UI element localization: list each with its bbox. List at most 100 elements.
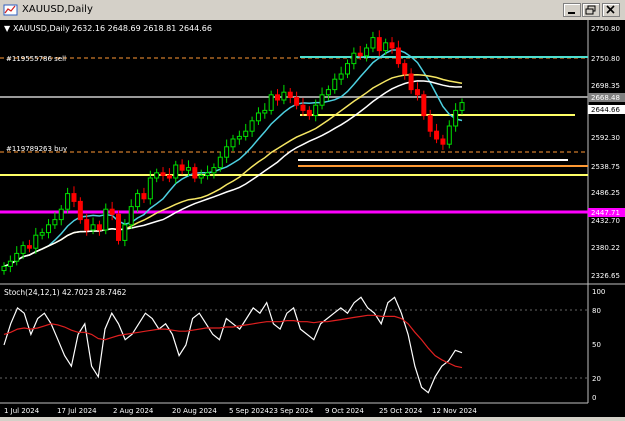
candle-body xyxy=(205,172,211,176)
candle-body xyxy=(364,47,370,57)
candle-body xyxy=(313,104,319,117)
candle-body xyxy=(154,172,160,179)
candle-body xyxy=(77,200,83,221)
time-tick: 9 Oct 2024 xyxy=(325,407,364,415)
candle-body xyxy=(65,193,71,210)
price-tick: 2380.22 xyxy=(591,244,620,252)
stoch-tick: 80 xyxy=(592,307,601,315)
chart-window-icon xyxy=(3,4,18,16)
restore-icon xyxy=(585,5,596,15)
time-tick: 25 Oct 2024 xyxy=(379,407,423,415)
candle-body xyxy=(414,89,420,96)
candle-body xyxy=(58,208,64,221)
candle-body xyxy=(459,102,465,111)
candle-body xyxy=(211,167,217,174)
candle-body xyxy=(427,115,433,132)
chart-symbol: XAUUSD,Daily xyxy=(13,24,70,33)
time-tick: 2 Aug 2024 xyxy=(113,407,154,415)
restore-button[interactable] xyxy=(582,3,600,17)
candle-body xyxy=(319,94,325,106)
candle-body xyxy=(147,177,153,200)
candle-body xyxy=(128,206,134,226)
candle-body xyxy=(52,219,58,226)
candle-body xyxy=(7,260,13,267)
candle-body xyxy=(332,78,338,91)
candle-body xyxy=(160,172,166,176)
candle-body xyxy=(103,208,109,231)
candle-body xyxy=(389,42,395,49)
candle-body xyxy=(440,138,446,145)
candle-body xyxy=(71,193,77,202)
sell-order-label: #119555786 sell xyxy=(6,55,66,63)
price-tick: 2592.30 xyxy=(591,134,620,142)
price-tick: 2432.70 xyxy=(591,217,620,225)
chart-area[interactable]: ▼ XAUUSD,Daily 2632.16 2648.69 2618.81 2… xyxy=(0,20,625,417)
candle-body xyxy=(109,208,115,215)
candle-body xyxy=(262,109,268,114)
candle-body xyxy=(230,138,236,148)
candle-body xyxy=(357,52,363,57)
chart-background xyxy=(0,20,625,417)
candle-body xyxy=(192,167,198,179)
chart-symbol-marker: ▼ xyxy=(4,24,11,33)
stoch-label: Stoch(24,12,1) 42.7023 28.7462 xyxy=(4,288,127,297)
candle-body xyxy=(281,91,287,101)
price-tick: 2326.65 xyxy=(591,272,620,280)
candle-body xyxy=(26,245,32,249)
candle-body xyxy=(135,193,141,208)
candle-body xyxy=(434,130,440,140)
magenta-price-label: 2447.71 xyxy=(591,209,620,217)
price-tick: 2750.80 xyxy=(591,55,620,63)
close-icon xyxy=(606,5,615,14)
candle-body xyxy=(421,94,427,117)
candle-body xyxy=(166,174,172,179)
candle-body xyxy=(236,135,242,140)
mt4-chart-window: XAUUSD,Daily ▼ XAUUSD,Daily 2632.16 2648… xyxy=(0,0,625,417)
minimize-button[interactable] xyxy=(563,3,581,17)
candle-body xyxy=(179,164,185,171)
price-tick: 2486.25 xyxy=(591,189,620,197)
candle-body xyxy=(446,125,452,145)
current-price-label: 2644.66 xyxy=(591,106,620,114)
window-titlebar[interactable]: XAUUSD,Daily xyxy=(0,0,625,20)
candle-body xyxy=(185,167,191,171)
candle-body xyxy=(90,224,96,231)
candle-body xyxy=(294,96,300,106)
buy-order-label: #119789263 buy xyxy=(6,145,67,153)
candle-body xyxy=(116,213,121,241)
candle-body xyxy=(224,146,230,158)
candle-body xyxy=(370,37,376,49)
price-tick: 2538.75 xyxy=(591,163,620,171)
stoch-tick: 0 xyxy=(592,394,596,402)
price-tick: 2750.80 xyxy=(591,25,620,33)
price-tick: 2668.48 xyxy=(591,94,620,102)
candle-body xyxy=(345,63,350,75)
window-title: XAUUSD,Daily xyxy=(22,4,93,15)
candle-body xyxy=(402,63,408,75)
candle-body xyxy=(383,42,389,52)
price-chart-svg[interactable]: ▼ XAUUSD,Daily 2632.16 2648.69 2618.81 2… xyxy=(0,20,625,417)
candle-body xyxy=(351,52,357,65)
time-axis: 1 Jul 2024 17 Jul 2024 2 Aug 2024 20 Aug… xyxy=(4,407,477,415)
candle-body xyxy=(453,109,459,127)
candle-body xyxy=(338,73,344,80)
candle-body xyxy=(14,252,20,262)
candle-body xyxy=(306,109,312,117)
candle-body xyxy=(141,193,147,200)
close-button[interactable] xyxy=(602,3,620,17)
stoch-tick: 100 xyxy=(592,288,605,296)
candle-body xyxy=(287,91,293,98)
candle-body xyxy=(46,224,52,234)
candle-body xyxy=(20,245,26,254)
candle-body xyxy=(408,73,414,91)
candle-body xyxy=(84,219,90,231)
candle-body xyxy=(376,37,382,52)
candle-body xyxy=(198,174,204,179)
candle-body xyxy=(122,224,128,241)
candle-body xyxy=(255,112,261,122)
candle-body xyxy=(275,94,281,101)
time-tick: 1 Jul 2024 xyxy=(4,407,40,415)
candle-body xyxy=(1,265,7,272)
stoch-tick: 50 xyxy=(592,341,601,349)
candle-body xyxy=(33,234,39,249)
